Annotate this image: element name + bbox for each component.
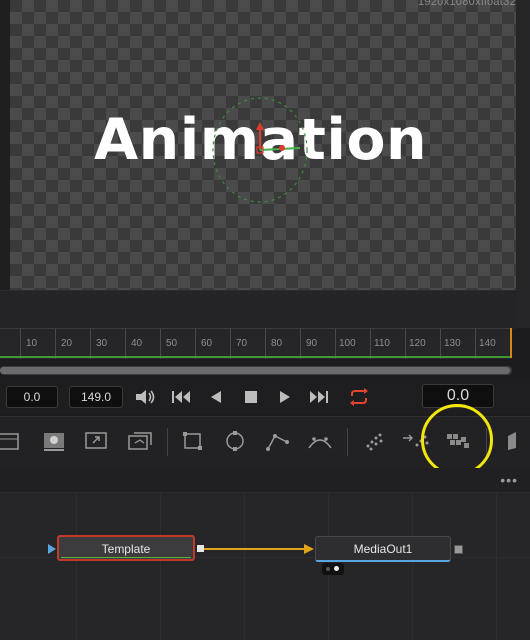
- ruler-tick-label: 140: [479, 338, 496, 349]
- ruler-tick: [475, 329, 476, 359]
- particle-emitter-icon[interactable]: [362, 430, 388, 452]
- viewer-resolution-label: 1920x1080xfloat32: [417, 0, 516, 8]
- ruler-tick-label: 100: [339, 338, 356, 349]
- ruler-tick-label: 40: [131, 338, 143, 349]
- toolbar-separator: [347, 428, 348, 456]
- node-output-port[interactable]: [197, 545, 204, 552]
- viewer-bottom-bar: [0, 290, 516, 329]
- play-reverse-icon[interactable]: [209, 390, 223, 404]
- y-axis-arrow-icon: [256, 122, 264, 130]
- node-render-indicator: [61, 557, 191, 558]
- transform-widget[interactable]: [200, 90, 340, 210]
- ruler-tick: [370, 329, 371, 359]
- skip-forward-icon[interactable]: [308, 389, 330, 405]
- play-icon[interactable]: [278, 390, 292, 404]
- ruler-tick: [230, 329, 231, 359]
- ruler-tick: [90, 329, 91, 359]
- node-view-indicator[interactable]: [322, 563, 344, 575]
- toolbar-separator: [167, 428, 168, 456]
- loop-icon[interactable]: [347, 387, 371, 407]
- node-template-label: Template: [101, 542, 151, 556]
- image-icon[interactable]: [42, 430, 66, 452]
- resize-icon[interactable]: [84, 430, 108, 452]
- skip-back-icon[interactable]: [171, 389, 193, 405]
- highlight-annotation-circle: [421, 404, 493, 476]
- merge-icon[interactable]: [126, 430, 154, 452]
- ruler-tick: [55, 329, 56, 359]
- speaker-icon[interactable]: [134, 388, 156, 406]
- ruler-tick: [405, 329, 406, 359]
- ruler-tick: [20, 329, 21, 359]
- ruler-tick: [265, 329, 266, 359]
- shape-3d-icon[interactable]: [504, 430, 530, 452]
- ruler-tick: [125, 329, 126, 359]
- node-template[interactable]: Template: [57, 535, 195, 561]
- node-connection-line[interactable]: [204, 548, 308, 550]
- connection-arrow-icon: [304, 544, 314, 554]
- ruler-tick: [335, 329, 336, 359]
- viewer-side-strip: [516, 0, 530, 328]
- ruler-tick-label: 20: [61, 338, 73, 349]
- pivot-point[interactable]: [279, 145, 285, 151]
- ruler-tick: [300, 329, 301, 359]
- playhead-end-marker[interactable]: [510, 328, 512, 358]
- node-editor-canvas[interactable]: [0, 493, 530, 640]
- more-options-button[interactable]: •••: [500, 472, 518, 488]
- time-ruler[interactable]: 10 20 30 40 50 60 70 80 90 100 110 120 1…: [0, 328, 512, 359]
- ruler-tick-label: 30: [96, 338, 108, 349]
- node-mediaout[interactable]: MediaOut1: [315, 536, 451, 562]
- render-range-bar: [0, 356, 512, 358]
- rectangle-mask-icon[interactable]: [181, 430, 205, 452]
- node-output-port[interactable]: [454, 545, 463, 554]
- stop-icon[interactable]: [244, 390, 258, 404]
- ruler-tick-label: 50: [166, 338, 178, 349]
- ruler-tick-label: 90: [306, 338, 318, 349]
- ruler-tick: [160, 329, 161, 359]
- ruler-tick: [195, 329, 196, 359]
- node-editor-header: [0, 468, 530, 493]
- ruler-tick-label: 130: [444, 338, 461, 349]
- ruler-tick-label: 110: [374, 338, 390, 349]
- ruler-tick-label: 80: [271, 338, 283, 349]
- ellipse-mask-icon[interactable]: [223, 430, 247, 452]
- ruler-tick: [440, 329, 441, 359]
- timeline-scroll-thumb[interactable]: [0, 367, 510, 374]
- background-icon[interactable]: [0, 430, 22, 452]
- ruler-tick-label: 70: [236, 338, 248, 349]
- polygon-mask-icon[interactable]: [265, 430, 291, 452]
- global-start-field[interactable]: 0.0: [6, 386, 58, 408]
- node-input-arrow-icon[interactable]: [47, 543, 57, 555]
- ruler-tick-label: 120: [409, 338, 426, 349]
- global-end-field[interactable]: 149.0: [69, 386, 123, 408]
- ruler-tick-label: 10: [26, 338, 38, 349]
- ruler-tick-label: 60: [201, 338, 213, 349]
- node-mediaout-label: MediaOut1: [353, 542, 413, 556]
- bspline-mask-icon[interactable]: [306, 430, 334, 452]
